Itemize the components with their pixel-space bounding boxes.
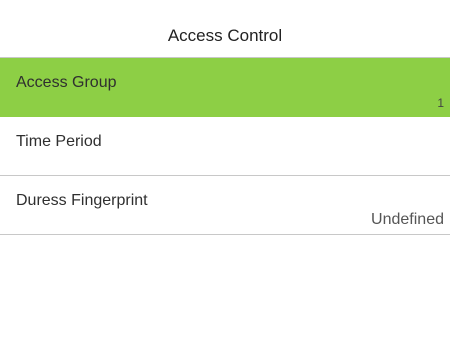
- menu-item-label: Duress Fingerprint: [16, 192, 148, 209]
- menu-item-value: 1: [437, 96, 444, 110]
- menu-item-access-group[interactable]: Access Group 1: [0, 58, 450, 117]
- menu-item-time-period[interactable]: Time Period: [0, 117, 450, 176]
- page-title: Access Control: [167, 26, 283, 45]
- menu-item-duress-fingerprint[interactable]: Duress Fingerprint Undefined: [0, 176, 450, 235]
- page-header: Access Control: [0, 0, 450, 58]
- menu-item-label: Access Group: [16, 74, 117, 91]
- menu-item-value: Undefined: [371, 211, 444, 228]
- menu-item-label: Time Period: [16, 133, 102, 150]
